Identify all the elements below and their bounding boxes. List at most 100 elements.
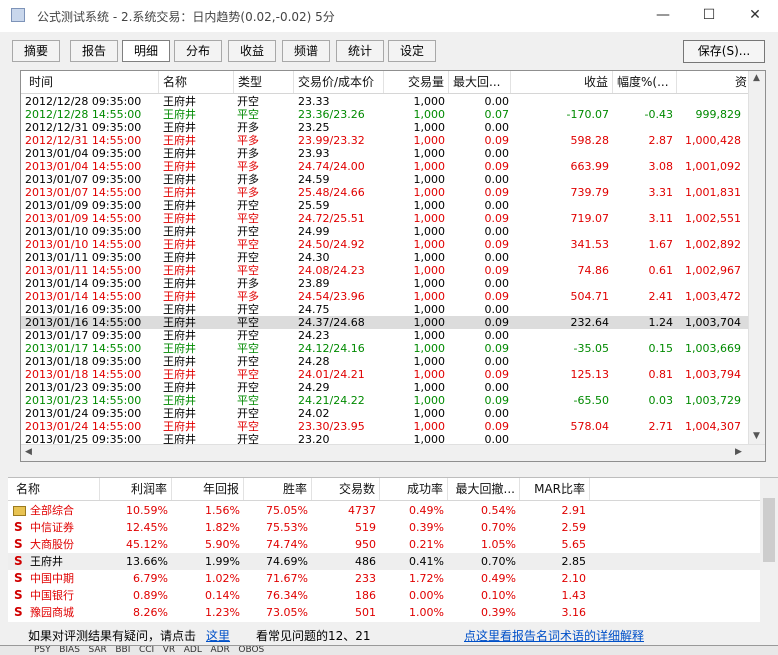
col-win-rate[interactable]: 胜率: [244, 478, 312, 500]
cell-range: 0.61: [648, 264, 674, 277]
tab-summary[interactable]: 摘要: [12, 40, 60, 62]
table-row[interactable]: 2013/01/11 09:35:00 王府井 开空 24.30 1,000 0.00: [21, 251, 751, 264]
list-item[interactable]: S 中信证券 12.45% 1.82% 75.53% 519 0.39% 0.70% 2.59: [8, 519, 760, 536]
tab-statistics[interactable]: 统计: [336, 40, 384, 62]
summary-cell-trade-count: 950: [355, 538, 376, 551]
cell-type: 开空: [237, 303, 259, 316]
tab-distribution[interactable]: 分布: [174, 40, 222, 62]
close-button[interactable]: ✕: [732, 0, 778, 32]
tab-detail[interactable]: 明细: [122, 40, 170, 62]
list-item[interactable]: S 豫园商城 8.26% 1.23% 73.05% 501 1.00% 0.39% 3.16: [8, 604, 760, 621]
table-row[interactable]: 2013/01/23 09:35:00 王府井 开空 24.29 1,000 0.00: [21, 381, 751, 394]
cell-name: 王府井: [163, 316, 196, 329]
cell-capital: 1,003,794: [685, 368, 741, 381]
cell-name: 王府井: [163, 264, 196, 277]
table-row[interactable]: 2012/12/31 14:55:00 王府井 平多 23.99/23.32 1,000…: [21, 134, 751, 147]
summary-vertical-scrollbar[interactable]: [760, 478, 778, 622]
cell-volume: 1,000: [413, 173, 446, 186]
col-max-drawdown[interactable]: 最大回...: [449, 71, 511, 93]
summary-cell-max-retrace: 0.54%: [481, 504, 516, 517]
cell-volume: 1,000: [413, 225, 446, 238]
table-row[interactable]: 2012/12/28 09:35:00 王府井 开空 23.33 1,000 0.00: [21, 95, 751, 108]
scroll-right-icon[interactable]: ▶: [735, 447, 742, 457]
terminology-link[interactable]: 点这里看报告名词术语的详细解释: [464, 627, 644, 644]
table-row[interactable]: 2013/01/11 14:55:00 王府井 平空 24.08/24.23 1,000…: [21, 264, 751, 277]
table-row[interactable]: 2012/12/28 14:55:00 王府井 平空 23.36/23.26 1,000…: [21, 108, 751, 121]
cell-max-drawdown: 0.00: [484, 95, 510, 108]
table-row[interactable]: 2013/01/04 14:55:00 王府井 平多 24.74/24.00 1,000…: [21, 160, 751, 173]
title-bar[interactable]: 公式测试系统 - 2.系统交易：日内趋势(0.02,-0.02) 5分 — ☐ …: [0, 0, 778, 32]
cell-name: 王府井: [163, 420, 196, 433]
table-row[interactable]: 2012/12/31 09:35:00 王府井 开多 23.25 1,000 0.00: [21, 121, 751, 134]
table-row[interactable]: 2013/01/18 09:35:00 王府井 开空 24.28 1,000 0.00: [21, 355, 751, 368]
table-row[interactable]: 2013/01/16 09:35:00 王府井 开空 24.75 1,000 0.00: [21, 303, 751, 316]
cell-volume: 1,000: [413, 147, 446, 160]
cell-range: 3.11: [648, 212, 674, 225]
list-item[interactable]: 全部综合 10.59% 1.56% 75.05% 4737 0.49% 0.54% 2.91: [8, 502, 760, 519]
tab-returns[interactable]: 收益: [228, 40, 276, 62]
table-row[interactable]: 2013/01/17 14:55:00 王府井 平空 24.12/24.16 1,000…: [21, 342, 751, 355]
maximize-button[interactable]: ☐: [686, 0, 732, 32]
col-range[interactable]: 幅度%(...: [613, 71, 677, 93]
cell-max-drawdown: 0.09: [484, 264, 510, 277]
table-row[interactable]: 2013/01/14 14:55:00 王府井 平多 24.54/23.96 1,000…: [21, 290, 751, 303]
list-item[interactable]: S 中国中期 6.79% 1.02% 71.67% 233 1.72% 0.49% 2.10: [8, 570, 760, 587]
col-max-retrace[interactable]: 最大回撤...: [448, 478, 520, 500]
table-row[interactable]: 2013/01/07 14:55:00 王府井 平多 25.48/24.66 1,000…: [21, 186, 751, 199]
table-row[interactable]: 2013/01/14 09:35:00 王府井 开多 23.89 1,000 0.00: [21, 277, 751, 290]
scroll-up-icon[interactable]: ▲: [753, 73, 760, 83]
col-capital[interactable]: 资: [677, 71, 751, 93]
col-volume[interactable]: 交易量: [384, 71, 449, 93]
table-row[interactable]: 2013/01/23 14:55:00 王府井 平空 24.21/24.22 1,000…: [21, 394, 751, 407]
list-item[interactable]: S 大商股份 45.12% 5.90% 74.74% 950 0.21% 1.05% 5.65: [8, 536, 760, 553]
list-item[interactable]: S 王府井 13.66% 1.99% 74.69% 486 0.41% 0.70% 2.85: [8, 553, 760, 570]
col-profit-rate[interactable]: 利润率: [100, 478, 172, 500]
scroll-left-icon[interactable]: ◀: [25, 447, 32, 457]
list-item[interactable]: S 中国银行 0.89% 0.14% 76.34% 186 0.00% 0.10% 1.43: [8, 587, 760, 604]
here-link[interactable]: 这里: [206, 627, 230, 644]
col-type[interactable]: 类型: [234, 71, 294, 93]
table-row[interactable]: 2013/01/04 09:35:00 王府井 开多 23.93 1,000 0.00: [21, 147, 751, 160]
table-row[interactable]: 2013/01/10 09:35:00 王府井 开空 24.99 1,000 0.00: [21, 225, 751, 238]
summary-cell-name: 王府井: [30, 555, 63, 568]
save-button[interactable]: 保存(S)...: [683, 40, 765, 63]
cell-price: 24.72/25.51: [298, 212, 365, 225]
tab-spectrum[interactable]: 频谱: [282, 40, 330, 62]
cell-price: 23.33: [298, 95, 330, 108]
table-row[interactable]: 2013/01/18 14:55:00 王府井 平空 24.01/24.21 1,000…: [21, 368, 751, 381]
table-row[interactable]: 2013/01/24 14:55:00 王府井 平空 23.30/23.95 1,000…: [21, 420, 751, 433]
summary-scroll-thumb[interactable]: [763, 498, 775, 562]
col-success-rate[interactable]: 成功率: [380, 478, 448, 500]
trade-vertical-scrollbar[interactable]: ▲ ▼: [748, 71, 765, 445]
trade-rows: 2012/12/28 09:35:00 王府井 开空 23.33 1,000 0.00 20…: [21, 95, 751, 446]
trade-detail-table[interactable]: 时间 名称 类型 交易价/成本价 交易量 最大回... 收益 幅度%(... 资…: [20, 70, 766, 462]
cell-capital: 1,000,428: [685, 134, 741, 147]
cell-time: 2013/01/04 09:35:00: [25, 147, 142, 160]
cell-volume: 1,000: [413, 186, 446, 199]
summary-cell-max-retrace: 0.10%: [481, 589, 516, 602]
table-row[interactable]: 2013/01/10 14:55:00 王府井 平空 24.50/24.92 1,000…: [21, 238, 751, 251]
col-annual-return[interactable]: 年回报: [172, 478, 244, 500]
table-row[interactable]: 2013/01/09 14:55:00 王府井 平空 24.72/25.51 1,000…: [21, 212, 751, 225]
summary-cell-trade-count: 501: [355, 606, 376, 619]
cell-volume: 1,000: [413, 355, 446, 368]
cell-volume: 1,000: [413, 329, 446, 342]
scroll-down-icon[interactable]: ▼: [753, 431, 760, 441]
table-row[interactable]: 2013/01/07 09:35:00 王府井 开多 24.59 1,000 0.00: [21, 173, 751, 186]
tab-settings[interactable]: 设定: [388, 40, 436, 62]
table-row[interactable]: 2013/01/17 09:35:00 王府井 开空 24.23 1,000 0.00: [21, 329, 751, 342]
col-summary-name[interactable]: 名称: [8, 478, 100, 500]
summary-table[interactable]: 名称 利润率 年回报 胜率 交易数 成功率 最大回撤... MAR比率 全部综合…: [8, 477, 778, 622]
col-name[interactable]: 名称: [159, 71, 234, 93]
table-row[interactable]: 2013/01/24 09:35:00 王府井 开空 24.02 1,000 0.00: [21, 407, 751, 420]
col-trade-count[interactable]: 交易数: [312, 478, 380, 500]
trade-horizontal-scrollbar[interactable]: ◀ ▶: [21, 444, 765, 461]
minimize-button[interactable]: —: [640, 0, 686, 32]
col-profit[interactable]: 收益: [511, 71, 613, 93]
table-row[interactable]: 2013/01/16 14:55:00 王府井 平空 24.37/24.68 1,000…: [21, 316, 751, 329]
col-time[interactable]: 时间: [21, 71, 159, 93]
tab-report[interactable]: 报告: [70, 40, 118, 62]
col-price[interactable]: 交易价/成本价: [294, 71, 384, 93]
col-mar-ratio[interactable]: MAR比率: [520, 478, 590, 500]
table-row[interactable]: 2013/01/09 09:35:00 王府井 开空 25.59 1,000 0.00: [21, 199, 751, 212]
